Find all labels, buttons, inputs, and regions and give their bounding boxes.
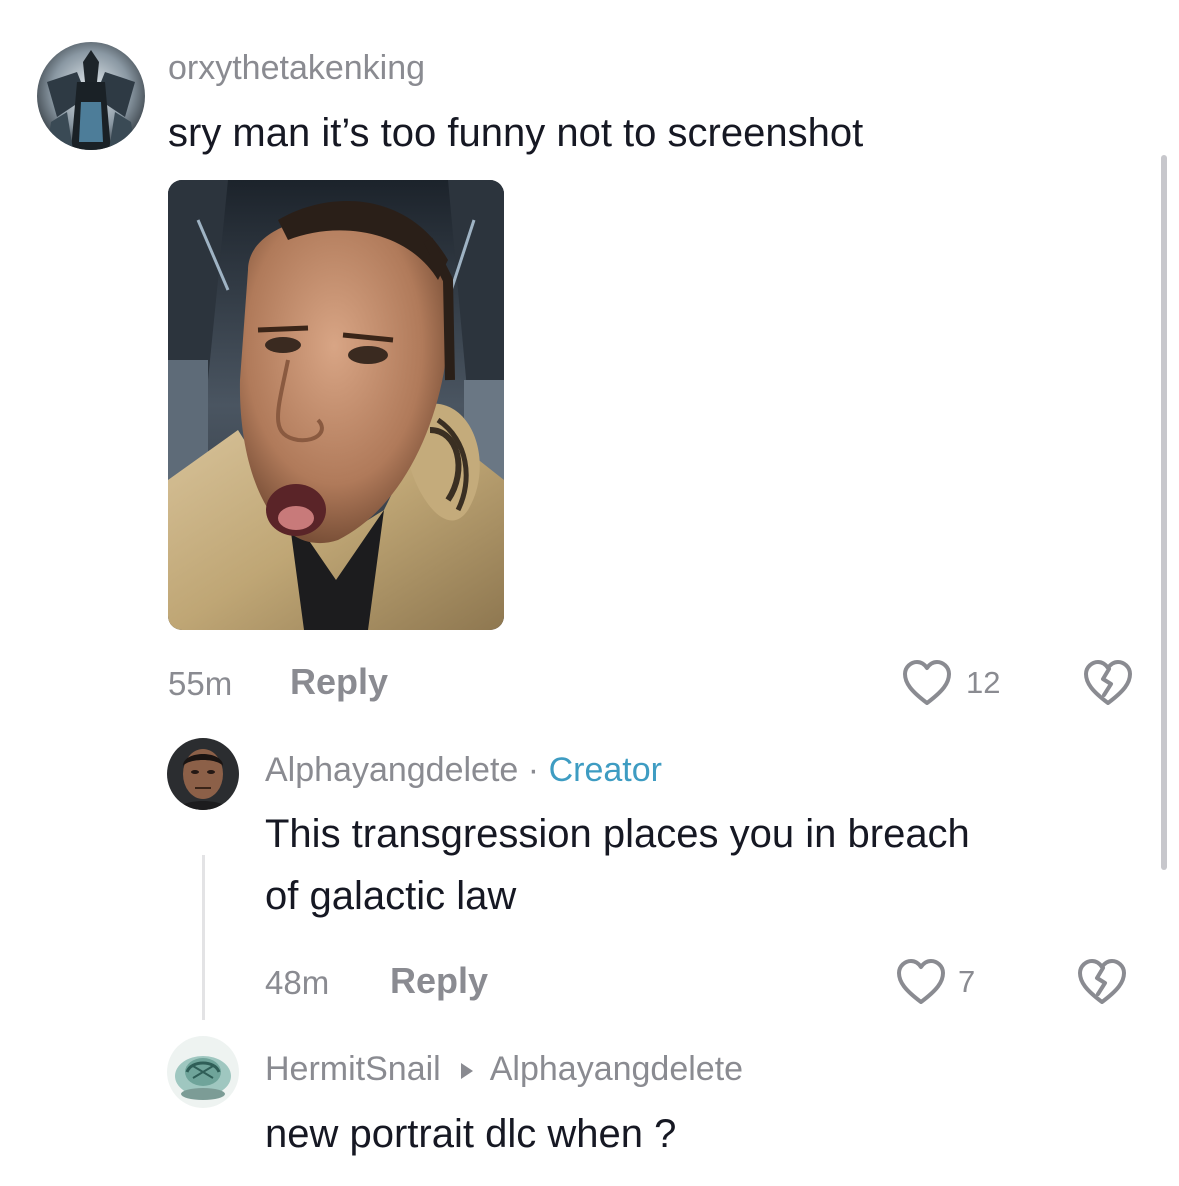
thread-line <box>202 855 205 1020</box>
comment-text: This transgression places you in breach … <box>265 803 970 927</box>
scrollbar[interactable] <box>1161 155 1167 870</box>
comment-text-line: This transgression places you in breach <box>265 812 970 856</box>
triangle-right-icon <box>460 1052 474 1086</box>
comment-username[interactable]: orxythetakenking <box>168 51 425 85</box>
comment-timestamp: 55m <box>168 665 233 702</box>
comment-text-line: of galactic law <box>265 874 517 918</box>
comment-text: new portrait dlc when ? <box>265 1112 677 1156</box>
attached-image[interactable] <box>168 180 504 630</box>
avatar[interactable] <box>167 1036 239 1108</box>
broken-heart-icon[interactable] <box>1076 958 1128 1006</box>
comment-timestamp: 48m <box>265 964 330 1001</box>
heart-outline-icon[interactable] <box>895 958 947 1006</box>
like-count: 7 <box>958 964 976 999</box>
avatar[interactable] <box>37 42 145 150</box>
comment-username[interactable]: HermitSnail <box>265 1050 441 1088</box>
reply-button[interactable]: Reply <box>290 664 388 700</box>
heart-outline-icon[interactable] <box>901 659 953 707</box>
broken-heart-icon[interactable] <box>1082 659 1134 707</box>
like-count: 12 <box>966 665 1001 700</box>
comment-username[interactable]: Alphayangdelete <box>265 751 518 789</box>
reply-button[interactable]: Reply <box>390 963 488 999</box>
avatar[interactable] <box>167 738 239 810</box>
creator-badge: Creator <box>548 751 662 789</box>
separator-dot: · <box>527 751 540 789</box>
comment-username-line: HermitSnail Alphayangdelete <box>265 1052 743 1090</box>
comment-text: sry man it’s too funny not to screenshot <box>168 111 864 155</box>
reply-to-username[interactable]: Alphayangdelete <box>490 1050 743 1088</box>
comment-username-line: Alphayangdelete · Creator <box>265 753 662 787</box>
